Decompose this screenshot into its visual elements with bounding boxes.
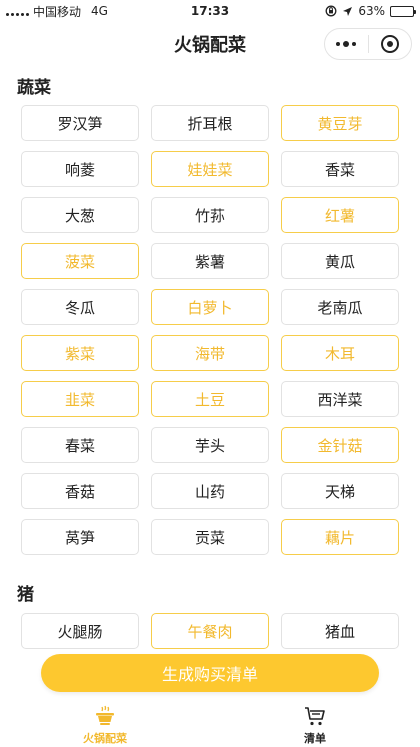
ingredient-chip[interactable]: 猪血 <box>281 613 399 649</box>
ingredient-chip[interactable]: 响菱 <box>21 151 139 187</box>
ingredient-chip[interactable]: 山药 <box>151 473 269 509</box>
tab-list-label: 清单 <box>304 732 326 745</box>
lock-rotation-icon <box>325 5 337 17</box>
page-title: 火锅配菜 <box>174 35 246 56</box>
location-icon <box>343 6 353 16</box>
ingredient-chip[interactable]: 火腿肠 <box>21 613 139 649</box>
section-title-vegetables: 蔬菜 <box>17 78 51 98</box>
ingredient-chip[interactable]: 土豆 <box>151 381 269 417</box>
miniapp-capsule <box>324 28 412 60</box>
ingredient-chip[interactable]: 紫薯 <box>151 243 269 279</box>
battery-percent: 63% <box>358 4 385 18</box>
ingredient-chip[interactable]: 紫菜 <box>21 335 139 371</box>
ingredient-chip[interactable]: 娃娃菜 <box>151 151 269 187</box>
ingredient-chip[interactable]: 贡菜 <box>151 519 269 555</box>
ingredient-chip[interactable]: 香菜 <box>281 151 399 187</box>
ingredient-chip[interactable]: 罗汉笋 <box>21 105 139 141</box>
ingredient-chip[interactable]: 菠菜 <box>21 243 139 279</box>
more-button[interactable] <box>325 29 368 59</box>
battery-icon <box>390 5 416 17</box>
ingredient-chip[interactable]: 黄豆芽 <box>281 105 399 141</box>
close-miniapp-button[interactable] <box>369 29 412 59</box>
status-right: 63% <box>325 4 416 18</box>
ingredient-chip[interactable]: 黄瓜 <box>281 243 399 279</box>
ingredient-chip[interactable]: 金针菇 <box>281 427 399 463</box>
ingredient-chip[interactable]: 韭菜 <box>21 381 139 417</box>
cart-icon <box>305 707 325 726</box>
generate-list-button[interactable]: 生成购买清单 <box>41 654 379 692</box>
carrier-label: 中国移动 <box>33 4 82 19</box>
close-target-icon <box>380 35 399 53</box>
ingredient-chip[interactable]: 藕片 <box>281 519 399 555</box>
tab-list[interactable]: 清单 <box>210 700 420 747</box>
tab-bar: 火锅配菜 清单 <box>0 700 420 747</box>
section-title-pork: 猪 <box>17 585 34 605</box>
ingredient-chip[interactable]: 折耳根 <box>151 105 269 141</box>
hotpot-icon <box>96 705 114 725</box>
ingredient-chip[interactable]: 莴笋 <box>21 519 139 555</box>
ingredient-chip[interactable]: 大葱 <box>21 197 139 233</box>
status-left: 中国移动 4G <box>6 3 108 20</box>
tab-hotpot[interactable]: 火锅配菜 <box>0 700 210 747</box>
more-icon <box>336 41 357 47</box>
ingredient-chip[interactable]: 西洋菜 <box>281 381 399 417</box>
ingredient-chip[interactable]: 海带 <box>151 335 269 371</box>
ingredient-chip[interactable]: 芋头 <box>151 427 269 463</box>
signal-icon <box>6 6 29 16</box>
ingredient-chip[interactable]: 红薯 <box>281 197 399 233</box>
tab-hotpot-label: 火锅配菜 <box>83 732 127 745</box>
nav-bar: 火锅配菜 <box>0 22 420 66</box>
network-label: 4G <box>91 4 108 18</box>
status-bar: 中国移动 4G 17:33 63% <box>0 0 420 22</box>
ingredient-chip[interactable]: 老南瓜 <box>281 289 399 325</box>
menu-content[interactable]: 蔬菜 罗汉笋 折耳根 黄豆芽响菱 娃娃菜 香菜大葱 竹荪 红薯菠菜 紫薯 黄瓜冬瓜 白萝卜 老南瓜紫… <box>0 66 420 700</box>
ingredient-chip[interactable]: 冬瓜 <box>21 289 139 325</box>
ingredient-chip[interactable]: 春菜 <box>21 427 139 463</box>
ingredient-chip[interactable]: 木耳 <box>281 335 399 371</box>
ingredient-chip[interactable]: 香菇 <box>21 473 139 509</box>
ingredient-chip[interactable]: 天梯 <box>281 473 399 509</box>
ingredient-chip[interactable]: 竹荪 <box>151 197 269 233</box>
ingredient-chip[interactable]: 午餐肉 <box>151 613 269 649</box>
ingredient-chip[interactable]: 白萝卜 <box>151 289 269 325</box>
